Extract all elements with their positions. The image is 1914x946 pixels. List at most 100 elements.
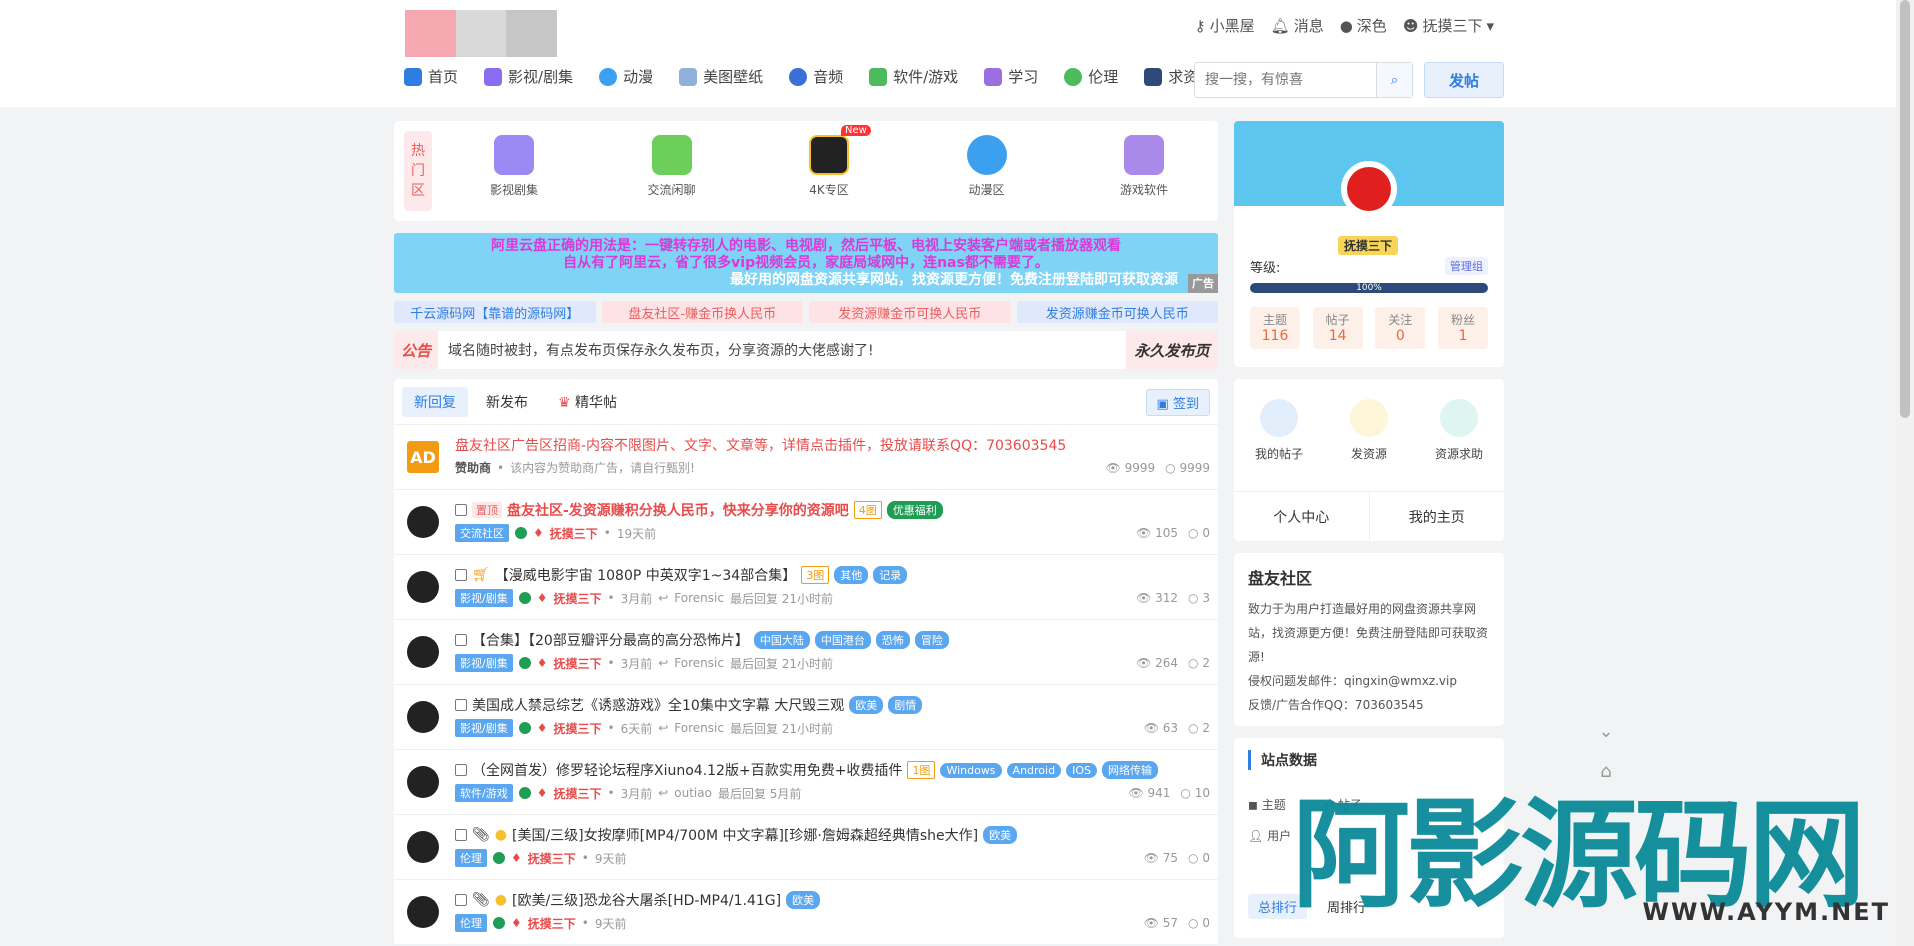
- ad-tag: 广告: [1188, 274, 1218, 293]
- my-posts-button[interactable]: 我的帖子: [1239, 399, 1319, 462]
- ad-banner[interactable]: 阿里云盘正确的用法是：一键转存别人的电影、电视剧，然后平板、电视上安装客户端或者…: [394, 233, 1218, 293]
- nav-anime[interactable]: 动漫: [599, 66, 653, 87]
- avatar[interactable]: [407, 896, 439, 928]
- avatar[interactable]: [407, 571, 439, 603]
- tab-new-reply[interactable]: 新回复: [402, 386, 468, 417]
- table-row[interactable]: 【合集】【20部豆瓣评分最高的高分恐怖片】 中国大陆 中国港台 恐怖 冒险 影视/剧集 ♦…: [394, 620, 1218, 685]
- thread-title[interactable]: 盘友社区广告区招商-内容不限图片、文字、文章等，详情点击插件，投放请联系QQ：7…: [455, 435, 1066, 455]
- hot-item-4k[interactable]: New 4K专区: [769, 125, 889, 198]
- search-button[interactable]: ⌕: [1376, 63, 1412, 97]
- thread-title[interactable]: 【漫威电影宇宙 1080P 中英双字1~34部合集】: [495, 565, 796, 585]
- site-logo[interactable]: [405, 10, 558, 57]
- blacklist-link[interactable]: ⚷ 小黑屋: [1195, 15, 1255, 36]
- profile-name[interactable]: 抚摸三下: [1338, 236, 1399, 255]
- paperclip-icon: 📎︎: [472, 827, 490, 843]
- stat-following[interactable]: 关注 0: [1375, 307, 1426, 349]
- promo-link[interactable]: 发资源赚金币可换人民币: [1016, 301, 1218, 323]
- nav-wallpaper[interactable]: 美图壁纸: [679, 66, 763, 87]
- quick-actions: 我的帖子 发资源 资源求助 个人中心 我的主页: [1234, 379, 1504, 541]
- user-center-link[interactable]: 个人中心: [1234, 492, 1370, 541]
- resource-request-button[interactable]: 资源求助: [1419, 399, 1499, 462]
- scrollbar[interactable]: [1896, 0, 1914, 946]
- main-column: 热门区 影视剧集 交流闲聊 New 4K专区 动漫区 游戏软件 阿里云盘正确的用法…: [394, 121, 1218, 945]
- tab-featured[interactable]: ♛ 精华帖: [546, 387, 629, 417]
- select-checkbox[interactable]: [455, 764, 467, 776]
- avatar[interactable]: [407, 636, 439, 668]
- select-checkbox[interactable]: [455, 699, 467, 711]
- table-row[interactable]: （全网首发）修罗轻论坛程序Xiuno4.12版+百款实用免费+收费插件 1图 Win…: [394, 750, 1218, 815]
- avatar[interactable]: [407, 701, 439, 733]
- hot-item-games[interactable]: 游戏软件: [1084, 135, 1204, 198]
- nav-audio[interactable]: 音频: [789, 66, 843, 87]
- video-icon: [484, 67, 503, 86]
- hot-item-video[interactable]: 影视剧集: [454, 135, 574, 198]
- thread-title[interactable]: 盘友社区-发资源赚积分换人民币，快来分享你的资源吧: [507, 500, 849, 520]
- book-icon: [1124, 135, 1164, 175]
- hot-item-anime[interactable]: 动漫区: [927, 135, 1047, 198]
- select-checkbox[interactable]: [455, 634, 467, 646]
- stat-threads[interactable]: 主题 116: [1250, 307, 1300, 349]
- verified-icon: [518, 722, 531, 734]
- table-row[interactable]: 🛒︎ 【漫威电影宇宙 1080P 中英双字1~34部合集】 3图 其他 记录 影视/剧集…: [394, 555, 1218, 620]
- user-menu[interactable]: ☻ 抚摸三下 ▾: [1403, 15, 1494, 36]
- select-checkbox[interactable]: [455, 894, 467, 906]
- home-icon: [404, 67, 422, 86]
- sign-in-button[interactable]: ▣ 签到: [1145, 389, 1210, 416]
- bear-icon: [966, 135, 1007, 175]
- thread-title[interactable]: 【合集】【20部豆瓣评分最高的高分恐怖片】: [472, 630, 749, 650]
- profile-avatar[interactable]: [1341, 161, 1397, 217]
- thread-title[interactable]: [美国/三级]女按摩师[MP4/700M 中文字幕][珍娜·詹姆森超经典情she…: [512, 825, 978, 845]
- eye-icon: 👁︎: [1143, 721, 1159, 735]
- comment-icon: ○: [1188, 916, 1199, 930]
- avatar[interactable]: [407, 766, 439, 798]
- search-input[interactable]: [1195, 63, 1376, 97]
- chevron-down-icon[interactable]: ⌄: [1586, 711, 1626, 751]
- help-icon: [1440, 399, 1478, 437]
- promo-link[interactable]: 盘友社区-赚金币换人民币: [601, 301, 803, 323]
- table-row[interactable]: 📎︎ ● [美国/三级]女按摩师[MP4/700M 中文字幕][珍娜·詹姆森超经典情…: [394, 815, 1218, 880]
- table-row[interactable]: 美国成人禁忌综艺《诱惑游戏》全10集中文字幕 大尺毁三观 欧美 剧情 影视/剧集 ♦ 抚…: [394, 685, 1218, 750]
- post-button[interactable]: 发帖: [1424, 62, 1504, 98]
- dark-mode-toggle[interactable]: ● 深色: [1340, 15, 1387, 36]
- permanent-page-button[interactable]: 永久发布页: [1126, 331, 1218, 369]
- diamond-icon: ♦: [536, 721, 548, 735]
- tab-new-post[interactable]: 新发布: [474, 387, 540, 417]
- home-icon[interactable]: ⌂: [1586, 751, 1626, 791]
- select-checkbox[interactable]: [455, 569, 467, 581]
- ad-avatar: AD: [407, 441, 439, 473]
- verified-icon: [493, 852, 505, 864]
- nav-video[interactable]: 影视/剧集: [484, 66, 573, 87]
- eye-icon: 👁︎: [1136, 526, 1152, 540]
- avatar[interactable]: [407, 831, 439, 863]
- stat-posts[interactable]: 帖子 14: [1312, 307, 1363, 349]
- table-row[interactable]: AD 盘友社区广告区招商-内容不限图片、文字、文章等，详情点击插件，投放请联系Q…: [394, 425, 1218, 490]
- nav-study[interactable]: 学习: [984, 66, 1038, 87]
- select-checkbox[interactable]: [455, 504, 467, 516]
- nav-home[interactable]: 首页: [404, 66, 458, 87]
- table-row[interactable]: 📎︎ ● [欧美/三级]恐龙谷大屠杀[HD-MP4/1.41G] 欧美 伦理 ♦ 抚摸三下…: [394, 880, 1218, 945]
- promo-link[interactable]: 发资源赚金币可换人民币: [809, 301, 1011, 323]
- thread-title[interactable]: [欧美/三级]恐龙谷大屠杀[HD-MP4/1.41G]: [512, 890, 781, 910]
- notice-bar: 公告 域名随时被封，有点发布页保存永久发布页，分享资源的大佬感谢了! 永久发布页: [394, 331, 1218, 369]
- thread-title[interactable]: （全网首发）修罗轻论坛程序Xiuno4.12版+百款实用免费+收费插件: [472, 760, 902, 780]
- user-icon: 👤︎: [1248, 829, 1264, 843]
- scrollbar-thumb[interactable]: [1900, 0, 1910, 418]
- table-row[interactable]: 置顶 盘友社区-发资源赚积分换人民币，快来分享你的资源吧 4图 优惠福利 交流社区 ♦ 抚…: [394, 490, 1218, 555]
- bear-icon: [599, 67, 618, 86]
- message-link[interactable]: 🔔︎ 消息: [1271, 15, 1324, 36]
- promo-link[interactable]: 千云源码网【靠谱的源码网】: [394, 301, 596, 323]
- post-resource-button[interactable]: 发资源: [1329, 399, 1409, 462]
- thread-title[interactable]: 美国成人禁忌综艺《诱惑游戏》全10集中文字幕 大尺毁三观: [472, 695, 844, 715]
- hot-item-chat[interactable]: 交流闲聊: [612, 135, 732, 198]
- nav-ethics[interactable]: 伦理: [1064, 66, 1118, 87]
- nav-software[interactable]: 软件/游戏: [869, 66, 958, 87]
- stat-fans[interactable]: 粉丝 1: [1437, 307, 1488, 349]
- paperclip-icon: 📎︎: [472, 892, 490, 908]
- avatar[interactable]: [407, 506, 439, 538]
- profile-card: 抚摸三下 等级: 管理组 100% 主题 116 帖子 14 关注 0 粉丝 1: [1234, 121, 1504, 367]
- eye-icon: 👁︎: [1136, 591, 1152, 605]
- my-homepage-link[interactable]: 我的主页: [1370, 492, 1505, 541]
- comment-icon: ◼: [1248, 798, 1258, 812]
- user-links: ⚷ 小黑屋 🔔︎ 消息 ● 深色 ☻ 抚摸三下 ▾: [1195, 15, 1494, 36]
- select-checkbox[interactable]: [455, 829, 467, 841]
